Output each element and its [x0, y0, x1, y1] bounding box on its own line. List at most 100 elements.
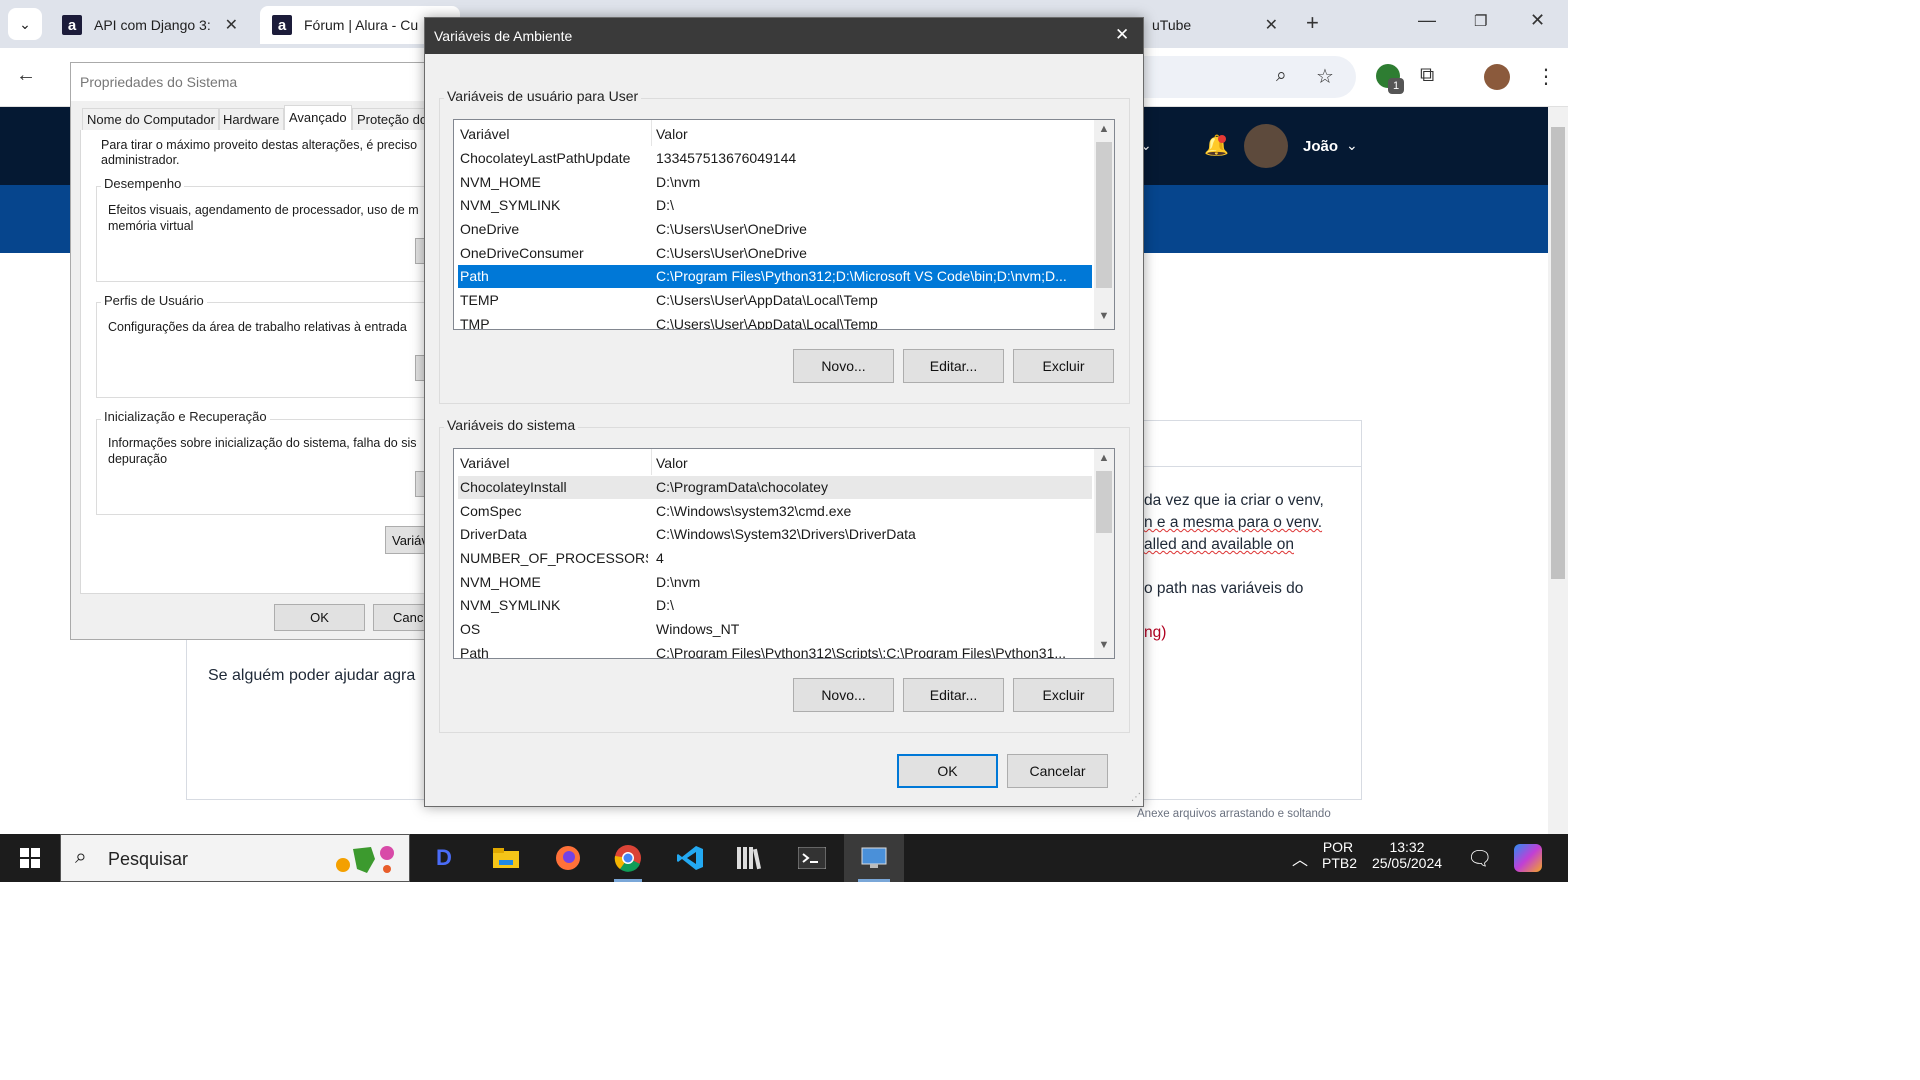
tray-chevron-up-icon[interactable]: ︿	[1292, 846, 1308, 870]
close-icon[interactable]: ✕	[1265, 15, 1278, 35]
extensions-puzzle-icon[interactable]: ⧉	[1420, 64, 1434, 87]
alura-favicon-icon: a	[272, 15, 292, 35]
profile-avatar[interactable]	[1484, 64, 1510, 90]
column-value[interactable]: Valor	[656, 455, 1088, 471]
vscode-icon[interactable]	[660, 834, 720, 882]
tab-protection[interactable]: Proteção do	[352, 108, 433, 130]
restore-icon[interactable]: ❐	[1474, 12, 1487, 30]
column-variable[interactable]: Variável	[460, 455, 648, 471]
tab-computer-name[interactable]: Nome do Computador	[82, 108, 220, 130]
group-text: Configurações da área de trabalho relati…	[108, 320, 407, 334]
chrome-icon[interactable]	[598, 834, 658, 882]
list-item[interactable]: NVM_SYMLINK D:\	[458, 594, 1092, 617]
list-item[interactable]: NVM_SYMLINK D:\	[458, 194, 1092, 217]
browser-tab[interactable]: a API com Django 3: ✕	[50, 6, 250, 44]
chevron-down-icon[interactable]: ⌄	[1346, 137, 1358, 154]
clock[interactable]: 13:32 25/05/2024	[1366, 839, 1448, 871]
minimize-icon[interactable]: —	[1418, 10, 1436, 31]
list-item[interactable]: TEMP C:\Users\User\AppData\Local\Temp	[458, 289, 1092, 312]
list-item[interactable]: ComSpec C:\Windows\system32\cmd.exe	[458, 500, 1092, 523]
list-item[interactable]: Path C:\Program Files\Python312\Scripts\;…	[458, 642, 1092, 658]
resize-grip-icon[interactable]: ⋰	[1131, 792, 1141, 803]
user-avatar[interactable]	[1244, 124, 1288, 168]
clock-date: 25/05/2024	[1371, 855, 1443, 871]
close-icon[interactable]: ✕	[1115, 25, 1129, 45]
system-edit-button[interactable]: Editar...	[903, 678, 1004, 712]
active-app-indicator	[614, 879, 642, 882]
column-value[interactable]: Valor	[656, 126, 1088, 142]
list-scrollbar[interactable]: ▲ ▼	[1094, 449, 1114, 658]
tab-advanced[interactable]: Avançado	[284, 105, 352, 131]
window-close-icon[interactable]: ✕	[1530, 10, 1545, 31]
post-text-line: Se alguém poder ajudar agra	[208, 667, 416, 684]
browser-tab[interactable]: uTube ✕	[1140, 6, 1290, 44]
page-scrollbar-thumb[interactable]	[1551, 127, 1565, 579]
ok-button[interactable]: OK	[274, 604, 365, 631]
notification-dot	[1218, 135, 1226, 143]
list-item[interactable]: OneDrive C:\Users\User\OneDrive	[458, 218, 1092, 241]
taskbar: ⌕ Pesquisar D ︿ POR PTB2 13:32 25/05/2024…	[0, 834, 1568, 882]
title-bar: Variáveis de Ambiente ✕	[425, 18, 1143, 54]
scroll-up-icon[interactable]: ▲	[1094, 452, 1114, 464]
copilot-icon[interactable]	[1514, 844, 1542, 872]
tab-title: API com Django 3:	[94, 17, 211, 33]
tab-search-icon[interactable]: ⌄	[8, 8, 42, 40]
list-header[interactable]: Variável Valor	[458, 123, 1092, 146]
scroll-down-icon[interactable]: ▼	[1094, 310, 1114, 322]
start-windows-icon[interactable]	[0, 834, 60, 882]
firefox-icon[interactable]	[538, 834, 598, 882]
list-item[interactable]: NVM_HOME D:\nvm	[458, 571, 1092, 594]
list-item[interactable]: DriverData C:\Windows\System32\Drivers\Dr…	[458, 523, 1092, 546]
user-edit-button[interactable]: Editar...	[903, 349, 1004, 383]
terminal-icon[interactable]	[782, 834, 842, 882]
scroll-up-icon[interactable]: ▲	[1094, 123, 1114, 135]
user-variables-list[interactable]: Variável Valor ChocolateyLastPathUpdate 1…	[453, 119, 1115, 330]
dialog-title: Variáveis de Ambiente	[434, 28, 573, 44]
close-icon[interactable]: ✕	[225, 15, 238, 35]
menu-kebab-icon[interactable]: ⋮	[1536, 64, 1556, 89]
file-explorer-icon[interactable]	[476, 834, 536, 882]
address-bar[interactable]: ⌕ ☆	[1140, 56, 1356, 98]
system-delete-button[interactable]: Excluir	[1013, 678, 1114, 712]
list-item-selected[interactable]: Path C:\Program Files\Python312;D:\Micros…	[458, 265, 1092, 288]
zoom-icon[interactable]: ⌕	[1276, 65, 1287, 87]
list-header[interactable]: Variável Valor	[458, 452, 1092, 475]
list-item[interactable]: TMP C:\Users\User\AppData\Local\Temp	[458, 313, 1092, 329]
system-properties-taskbar-icon[interactable]	[844, 834, 904, 882]
user-name[interactable]: João	[1303, 138, 1338, 155]
disney-plus-icon[interactable]: D	[414, 834, 474, 882]
group-title: Variáveis de usuário para User	[444, 88, 642, 104]
list-scrollbar[interactable]: ▲ ▼	[1094, 120, 1114, 329]
list-item[interactable]: OS Windows_NT	[458, 618, 1092, 641]
cancel-button[interactable]: Cancelar	[1007, 754, 1108, 788]
user-new-button[interactable]: Novo...	[793, 349, 894, 383]
clock-time: 13:32	[1389, 839, 1425, 855]
system-new-button[interactable]: Novo...	[793, 678, 894, 712]
tab-panel: Para tirar o máximo proveito destas alte…	[80, 130, 445, 594]
bookmark-star-icon[interactable]: ☆	[1316, 64, 1334, 89]
scroll-down-icon[interactable]: ▼	[1094, 639, 1114, 651]
list-item[interactable]: NVM_HOME D:\nvm	[458, 171, 1092, 194]
scrollbar-thumb[interactable]	[1096, 142, 1112, 288]
scrollbar-thumb[interactable]	[1096, 471, 1112, 533]
title-bar: Propriedades do Sistema	[71, 63, 429, 101]
list-item[interactable]: ChocolateyLastPathUpdate 1334575136760491…	[458, 147, 1092, 170]
notifications-icon[interactable]: 🗨	[1467, 846, 1492, 871]
language-indicator[interactable]: POR PTB2	[1322, 839, 1357, 871]
tab-hardware[interactable]: Hardware	[218, 108, 285, 130]
list-item[interactable]: NUMBER_OF_PROCESSORS 4	[458, 547, 1092, 570]
column-variable[interactable]: Variável	[460, 126, 648, 142]
list-item[interactable]: OneDriveConsumer C:\Users\User\OneDrive	[458, 242, 1092, 265]
library-books-icon[interactable]	[720, 834, 780, 882]
post-text-line: o path nas variáveis do	[1144, 580, 1304, 597]
search-icon: ⌕	[75, 845, 87, 868]
ok-button[interactable]: OK	[897, 754, 998, 788]
new-tab-button[interactable]: +	[1306, 10, 1319, 36]
list-item[interactable]: ChocolateyInstall C:\ProgramData\chocolat…	[458, 476, 1092, 499]
system-variables-list[interactable]: Variável Valor ChocolateyInstall C:\Progr…	[453, 448, 1115, 659]
user-delete-button[interactable]: Excluir	[1013, 349, 1114, 383]
tab-title: uTube	[1152, 17, 1192, 33]
taskbar-search-box[interactable]: ⌕ Pesquisar	[60, 834, 410, 882]
alura-favicon-icon: a	[62, 15, 82, 35]
back-arrow-icon[interactable]: ←	[16, 64, 36, 87]
